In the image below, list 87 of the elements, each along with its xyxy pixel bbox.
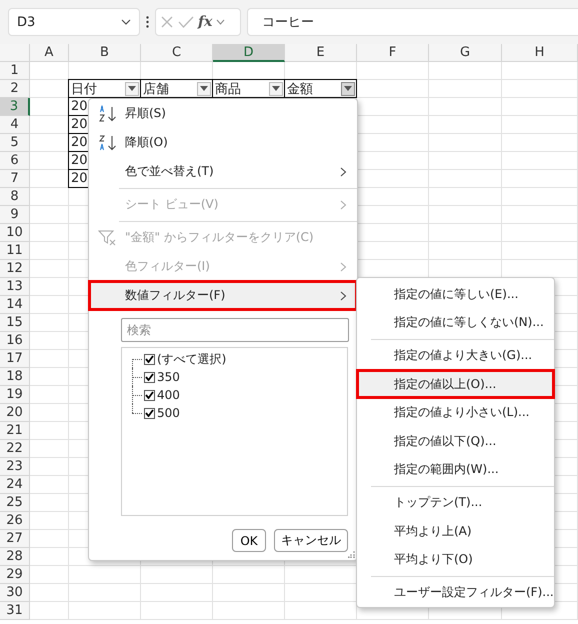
chevron-down-icon[interactable] (216, 19, 226, 25)
menu-item[interactable]: 指定の値以下(Q)... (357, 426, 554, 456)
row-header[interactable]: 23 (0, 458, 30, 476)
cancel-button[interactable]: キャンセル (274, 529, 348, 552)
row-header[interactable]: 12 (0, 260, 30, 278)
row-header[interactable]: 2 (0, 80, 30, 98)
column-header[interactable]: F (357, 44, 429, 62)
row-header[interactable]: 7 (0, 170, 30, 188)
clear-filter-icon (98, 229, 118, 247)
menu-item[interactable]: 指定の範囲内(W)... (357, 456, 554, 484)
filter-dropdown-button[interactable] (125, 82, 139, 96)
column-header[interactable]: D (213, 44, 285, 62)
search-field[interactable]: 検索 (121, 318, 349, 342)
column-header[interactable]: C (141, 44, 213, 62)
menu-item[interactable]: 数値フィルター(F) (89, 281, 357, 310)
check-icon[interactable] (178, 15, 194, 29)
header-label: 店舗 (143, 80, 169, 97)
chevron-right-icon (340, 200, 347, 210)
column-header[interactable]: B (69, 44, 141, 62)
row-header[interactable]: 3 (0, 98, 30, 116)
filter-dropdown-button[interactable] (341, 82, 355, 96)
chevron-right-icon (340, 262, 347, 272)
chevron-right-icon (340, 290, 347, 300)
row-header[interactable]: 22 (0, 440, 30, 458)
triangle-down-icon (128, 86, 136, 91)
menu-item[interactable]: 平均より上(A) (357, 516, 554, 546)
menu-item[interactable]: 指定の値より小さい(L)... (357, 398, 554, 427)
row-header[interactable]: 9 (0, 206, 30, 224)
triangle-down-icon (272, 86, 280, 91)
menu-item[interactable]: 平均より下(O) (357, 545, 554, 574)
header-label: 金額 (287, 80, 313, 97)
triangle-down-icon (344, 86, 352, 91)
row-header[interactable]: 14 (0, 296, 30, 314)
menu-item[interactable]: 指定の値以上(O)... (357, 370, 554, 398)
column-header[interactable]: G (429, 44, 502, 62)
row-header[interactable]: 27 (0, 530, 30, 548)
checkbox[interactable] (144, 354, 155, 364)
row-header[interactable]: 4 (0, 116, 30, 134)
value-label[interactable]: 400 (157, 388, 180, 402)
menu-item[interactable]: 指定の値に等しくない(N)... (357, 308, 554, 338)
chevron-right-icon (340, 166, 347, 176)
row-header[interactable]: 30 (0, 584, 30, 602)
ok-button[interactable]: OK (232, 529, 266, 552)
insert-function-button[interactable]: fx (198, 14, 212, 30)
menu-item[interactable]: 指定の値に等しい(E)... (357, 280, 554, 309)
row-header[interactable]: 28 (0, 548, 30, 566)
column-header[interactable]: H (502, 44, 578, 62)
menu-item[interactable]: トップテン(T)... (357, 488, 554, 517)
row-header[interactable]: 31 (0, 602, 30, 620)
chevron-down-icon (121, 19, 131, 25)
resize-grip-icon[interactable] (348, 551, 355, 558)
row-header[interactable]: 6 (0, 152, 30, 170)
column-header[interactable]: E (285, 44, 357, 62)
value-label[interactable]: (すべて選択) (157, 350, 226, 368)
row-header[interactable]: 20 (0, 404, 30, 422)
row-header[interactable]: 10 (0, 224, 30, 242)
row-header[interactable]: 17 (0, 350, 30, 368)
value-label[interactable]: 500 (157, 406, 180, 420)
row-header[interactable]: 16 (0, 332, 30, 350)
row-header[interactable]: 11 (0, 242, 30, 260)
row-header[interactable]: 5 (0, 134, 30, 152)
triangle-down-icon (200, 86, 208, 91)
row-header[interactable]: 1 (0, 62, 30, 80)
row-header[interactable]: 24 (0, 476, 30, 494)
row-header[interactable]: 25 (0, 494, 30, 512)
row-header[interactable]: 13 (0, 278, 30, 296)
column-header[interactable]: A (30, 44, 69, 62)
header-label: 商品 (215, 80, 241, 97)
row-header[interactable]: 18 (0, 368, 30, 386)
row-header[interactable]: 21 (0, 422, 30, 440)
row-header[interactable]: 26 (0, 512, 30, 530)
value-label[interactable]: 350 (157, 370, 180, 384)
checkbox[interactable] (144, 390, 155, 400)
row-header[interactable]: 29 (0, 566, 30, 584)
formula-bar[interactable]: コーヒー (247, 8, 578, 36)
checkbox[interactable] (144, 408, 155, 418)
row-header[interactable]: 19 (0, 386, 30, 404)
menu-item[interactable]: ユーザー設定フィルター(F)... (357, 578, 554, 607)
row-header[interactable]: 15 (0, 314, 30, 332)
name-box[interactable]: D3 (8, 8, 140, 36)
filter-dropdown-button[interactable] (269, 82, 283, 96)
menu-item[interactable]: 指定の値より大きい(G)... (357, 341, 554, 370)
more-options-icon[interactable] (146, 16, 149, 28)
header-label: 日付 (71, 80, 97, 97)
row-header[interactable]: 8 (0, 188, 30, 206)
checkbox[interactable] (144, 372, 155, 382)
filter-dropdown-button[interactable] (197, 82, 211, 96)
